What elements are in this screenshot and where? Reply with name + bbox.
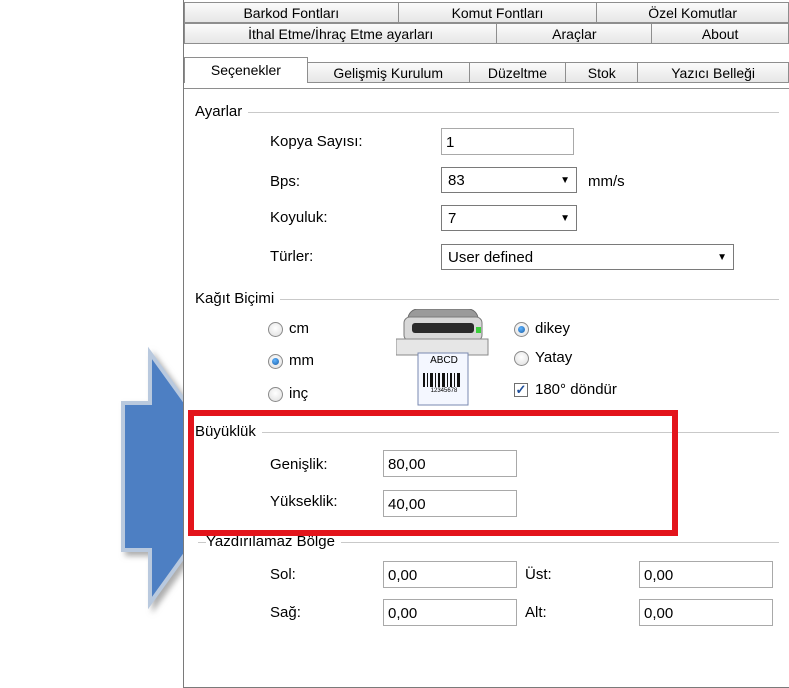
unit-inc-label: inç bbox=[289, 385, 309, 402]
chevron-down-icon: ▼ bbox=[560, 213, 570, 224]
turler-select[interactable]: User defined ▼ bbox=[441, 244, 734, 270]
tab-araclar[interactable]: Araçlar bbox=[497, 23, 653, 44]
bps-select[interactable]: 83 ▼ bbox=[441, 167, 577, 193]
highlight-box bbox=[188, 410, 678, 536]
kagit-title: Kağıt Biçimi bbox=[195, 290, 281, 307]
unit-mm-radio[interactable] bbox=[268, 354, 283, 369]
turler-label: Türler: bbox=[270, 248, 314, 265]
options-panel: Ayarlar Kopya Sayısı: 1 Bps: 83 ▼ mm/s K… bbox=[184, 88, 789, 687]
kagit-divider bbox=[198, 299, 779, 300]
printer-label-text: ABCD bbox=[430, 355, 458, 366]
rotate-label: 180° döndür bbox=[535, 381, 617, 398]
tab-yazici-bellegi[interactable]: Yazıcı Belleği bbox=[638, 62, 789, 83]
sol-input[interactable]: 0,00 bbox=[383, 561, 517, 588]
settings-window: Barkod Fontları Komut Fontları Özel Komu… bbox=[183, 0, 789, 688]
unit-mm-label: mm bbox=[289, 352, 314, 369]
tab-row-2: İthal Etme/İhraç Etme ayarları Araçlar A… bbox=[184, 23, 789, 44]
orientation-yatay-radio[interactable] bbox=[514, 351, 529, 366]
tab-barkod-fontlari[interactable]: Barkod Fontları bbox=[184, 2, 399, 23]
tab-ithal-ihrac[interactable]: İthal Etme/İhraç Etme ayarları bbox=[184, 23, 498, 44]
unit-inc-radio[interactable] bbox=[268, 387, 283, 402]
printer-label-number: 12345678 bbox=[430, 388, 458, 394]
tab-row-1: Barkod Fontları Komut Fontları Özel Komu… bbox=[184, 2, 789, 23]
ayarlar-title: Ayarlar bbox=[195, 103, 249, 120]
ust-input[interactable]: 0,00 bbox=[639, 561, 773, 588]
tab-secenekler[interactable]: Seçenekler bbox=[184, 57, 308, 83]
tab-about[interactable]: About bbox=[652, 23, 789, 44]
sol-label: Sol: bbox=[270, 566, 296, 583]
orientation-dikey-label: dikey bbox=[535, 320, 571, 337]
bps-unit: mm/s bbox=[588, 173, 625, 190]
tab-gelismis-kurulum[interactable]: Gelişmiş Kurulum bbox=[307, 62, 470, 83]
kopya-input[interactable]: 1 bbox=[441, 128, 574, 155]
unit-cm-radio[interactable] bbox=[268, 322, 283, 337]
alt-input[interactable]: 0,00 bbox=[639, 599, 773, 626]
bps-value: 83 bbox=[448, 172, 465, 189]
tab-stok[interactable]: Stok bbox=[566, 62, 639, 83]
orientation-yatay-label: Yatay bbox=[535, 349, 573, 366]
sag-label: Sağ: bbox=[270, 604, 301, 621]
koyuluk-value: 7 bbox=[448, 210, 457, 227]
koyuluk-select[interactable]: 7 ▼ bbox=[441, 205, 577, 231]
sag-input[interactable]: 0,00 bbox=[383, 599, 517, 626]
bps-label: Bps: bbox=[270, 173, 301, 190]
turler-value: User defined bbox=[448, 249, 534, 266]
unit-cm-label: cm bbox=[289, 320, 309, 337]
tab-komut-fontlari[interactable]: Komut Fontları bbox=[398, 2, 598, 23]
orientation-dikey-radio[interactable] bbox=[514, 322, 529, 337]
kopya-label: Kopya Sayısı: bbox=[270, 133, 363, 150]
rotate-checkbox[interactable]: ✓ bbox=[514, 383, 528, 397]
ust-label: Üst: bbox=[525, 566, 552, 583]
tab-ozel-komutlar[interactable]: Özel Komutlar bbox=[597, 2, 789, 23]
ayarlar-divider bbox=[198, 112, 779, 113]
alt-label: Alt: bbox=[525, 604, 547, 621]
koyuluk-label: Koyuluk: bbox=[270, 209, 328, 226]
chevron-down-icon: ▼ bbox=[560, 175, 570, 186]
tab-row-3: Seçenekler Gelişmiş Kurulum Düzeltme Sto… bbox=[184, 57, 789, 88]
printer-icon: ABCD 12345678 bbox=[396, 309, 496, 409]
tab-duzeltme[interactable]: Düzeltme bbox=[469, 62, 567, 83]
chevron-down-icon: ▼ bbox=[717, 252, 727, 263]
